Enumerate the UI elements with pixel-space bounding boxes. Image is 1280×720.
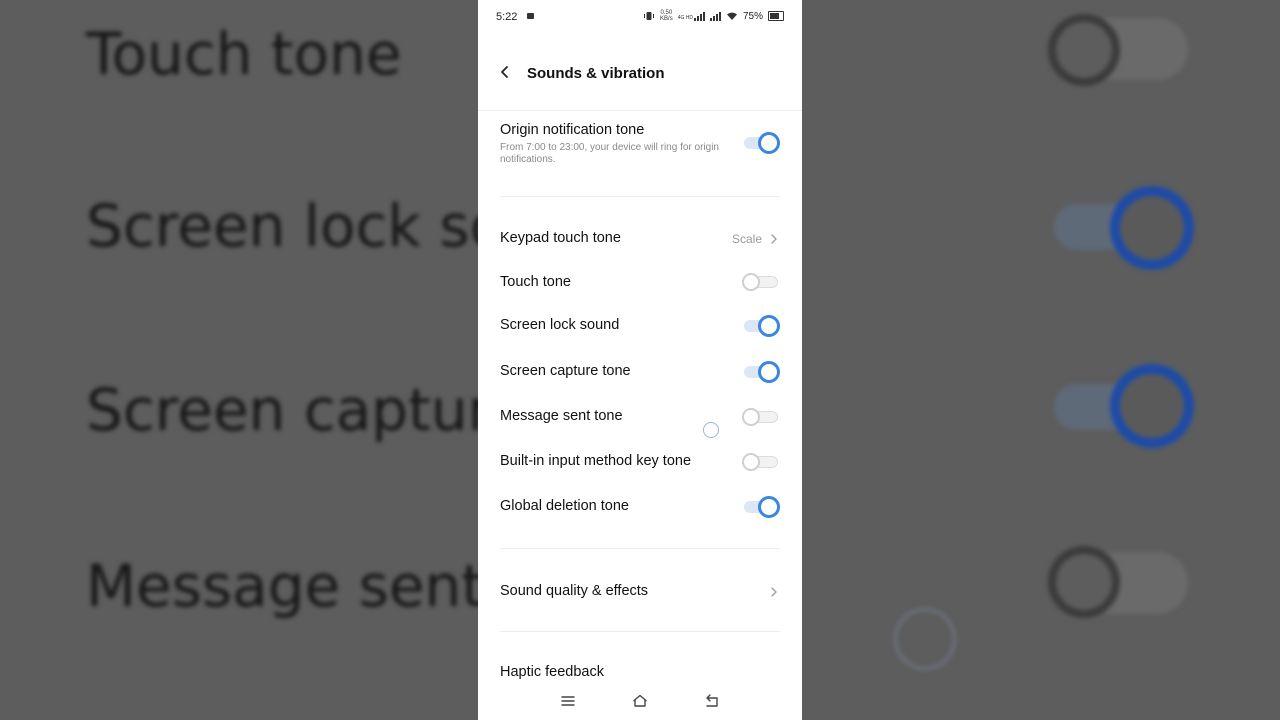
status-indicators: 0.50 KB/s 4G HD 75% xyxy=(643,10,784,22)
bg-label-touch-tone: Touch tone xyxy=(86,20,402,88)
touch-tone-toggle[interactable] xyxy=(742,271,780,293)
bg-label-message-sent: Message sent t xyxy=(86,552,526,620)
vibrate-icon xyxy=(644,12,655,20)
status-bar: 5:22 0.50 KB/s 4G HD 75% xyxy=(478,0,802,34)
input-method-tone-toggle[interactable] xyxy=(742,451,780,473)
network-type: 4G HD xyxy=(677,14,693,21)
global-deletion-tone-title: Global deletion tone xyxy=(500,498,629,514)
battery-icon xyxy=(768,11,784,21)
screen-lock-sound-row[interactable]: Screen lock sound xyxy=(500,315,780,339)
screen-capture-tone-title: Screen capture tone xyxy=(500,363,631,379)
message-sent-tone-row[interactable]: Message sent tone xyxy=(500,408,780,430)
header-divider xyxy=(478,110,802,111)
signal-icon-2 xyxy=(709,11,721,21)
signal-icon xyxy=(693,11,705,21)
wifi-icon xyxy=(726,12,737,20)
global-deletion-tone-toggle[interactable] xyxy=(742,496,780,518)
chevron-right-icon xyxy=(771,234,777,244)
phone-screen: 5:22 0.50 KB/s 4G HD 75% Sounds & vibrat… xyxy=(478,0,802,720)
bg-touch-indicator xyxy=(894,608,956,670)
section-divider xyxy=(500,631,780,632)
menu-icon[interactable] xyxy=(559,692,577,710)
page-title: Sounds & vibration xyxy=(527,65,665,82)
section-divider xyxy=(500,548,780,549)
chevron-right-icon xyxy=(771,587,777,597)
screen-lock-sound-toggle[interactable] xyxy=(742,315,780,337)
touch-tone-row[interactable]: Touch tone xyxy=(500,273,780,295)
screen-lock-sound-title: Screen lock sound xyxy=(500,317,620,333)
keypad-touch-tone-title: Keypad touch tone xyxy=(500,230,621,246)
origin-notification-title: Origin notification tone xyxy=(500,122,645,138)
screen-capture-tone-row[interactable]: Screen capture tone xyxy=(500,361,780,385)
touch-tone-title: Touch tone xyxy=(500,274,571,290)
origin-notification-row[interactable]: Origin notification tone From 7:00 to 23… xyxy=(500,122,780,172)
home-icon[interactable] xyxy=(631,692,649,710)
haptic-feedback-row[interactable]: Haptic feedback xyxy=(500,664,780,684)
haptic-feedback-title: Haptic feedback xyxy=(500,664,604,680)
battery-percent: 75% xyxy=(742,10,763,22)
global-deletion-tone-row[interactable]: Global deletion tone xyxy=(500,496,780,520)
sound-quality-row[interactable]: Sound quality & effects xyxy=(500,583,780,603)
sound-quality-title: Sound quality & effects xyxy=(500,583,649,599)
screen-capture-tone-toggle[interactable] xyxy=(742,361,780,383)
keypad-touch-tone-value: Scale xyxy=(731,232,762,246)
message-sent-tone-title: Message sent tone xyxy=(500,408,623,424)
chevron-left-icon[interactable] xyxy=(496,63,514,81)
touch-indicator xyxy=(703,422,719,438)
input-method-tone-title: Built-in input method key tone xyxy=(500,453,692,469)
bg-label-screen-capture: Screen capture xyxy=(86,376,526,444)
input-method-tone-row[interactable]: Built-in input method key tone xyxy=(500,453,780,475)
keypad-touch-tone-row[interactable]: Keypad touch tone Scale xyxy=(500,230,780,250)
network-speed: 0.50 KB/s xyxy=(660,10,673,22)
page-header: Sounds & vibration xyxy=(478,50,802,98)
message-sent-tone-toggle[interactable] xyxy=(742,406,780,428)
section-divider xyxy=(500,196,780,197)
origin-notification-subtitle: From 7:00 to 23:00, your device will rin… xyxy=(500,142,719,165)
bg-label-screen-lock: Screen lock sou xyxy=(86,192,542,260)
screen-record-icon xyxy=(527,13,534,19)
navigation-bar xyxy=(478,684,802,720)
origin-notification-toggle[interactable] xyxy=(742,132,780,154)
status-time: 5:22 xyxy=(496,11,518,23)
return-icon[interactable] xyxy=(703,692,721,710)
